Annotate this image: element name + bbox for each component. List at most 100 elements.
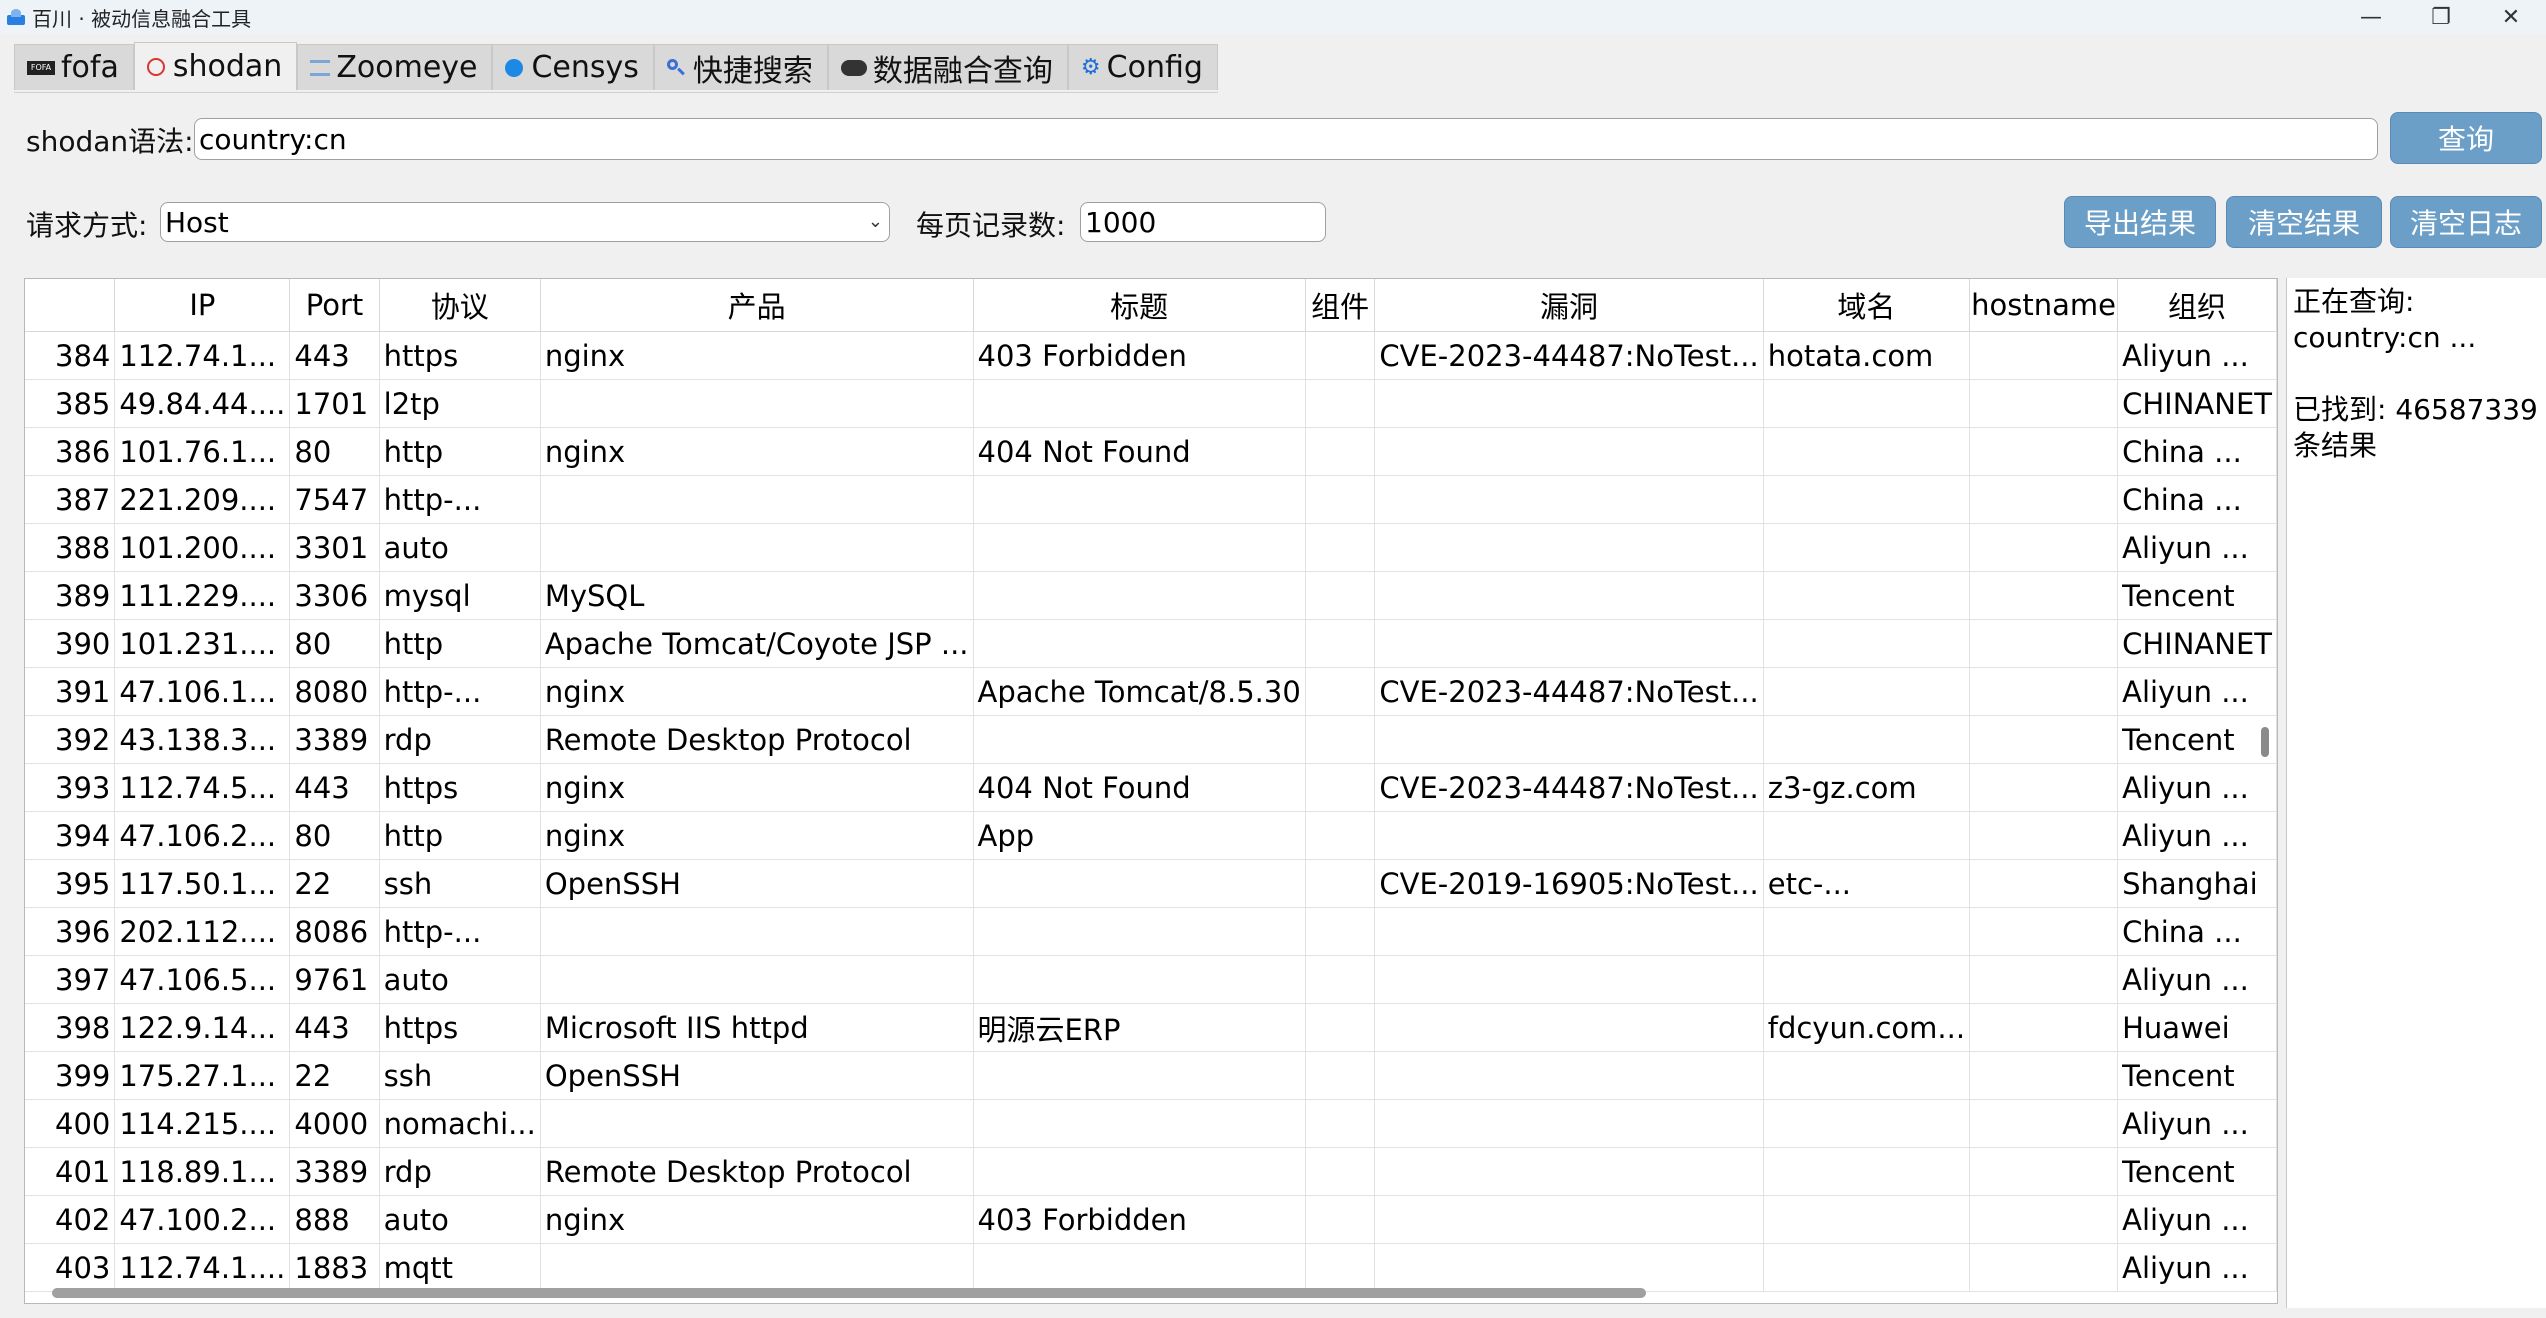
column-header[interactable]: hostname — [1969, 279, 2119, 332]
table-cell: https — [379, 1003, 541, 1052]
table-cell: 175.27.1... — [114, 1051, 291, 1100]
table-cell — [973, 859, 1306, 908]
table-cell: 22 — [289, 1051, 380, 1100]
table-row[interactable]: 384 112.74.1... 443 https nginx 403 Forbidden… — [25, 331, 2277, 380]
table-cell: 888 — [289, 1195, 380, 1244]
table-cell — [1374, 1243, 1764, 1292]
column-header[interactable]: 产品 — [540, 279, 974, 332]
row-number: 385 — [25, 379, 116, 428]
tab-config[interactable]: ⚙ Config — [1067, 44, 1218, 90]
table-cell: Remote Desktop Protocol — [540, 1147, 974, 1196]
row-number: 384 — [25, 331, 116, 380]
table-row[interactable]: 399 175.27.1... 22 ssh OpenSSH Tencent — [25, 1051, 2277, 1100]
table-row[interactable]: 402 47.100.2... 888 auto nginx 403 Forbidden A… — [25, 1195, 2277, 1244]
table-row[interactable]: 388 101.200.... 3301 auto Aliyun ... — [25, 523, 2277, 572]
table-cell: 443 — [289, 331, 380, 380]
table-row[interactable]: 389 111.229.... 3306 mysql MySQL Tencent — [25, 571, 2277, 620]
vertical-scroll-thumb[interactable] — [2261, 727, 2269, 757]
column-header[interactable]: 协议 — [379, 279, 541, 332]
table-row[interactable]: 392 43.138.3... 3389 rdp Remote Desktop Prot… — [25, 715, 2277, 764]
row-number: 394 — [25, 811, 116, 860]
table-row[interactable]: 403 112.74.1.... 1883 mqtt Aliyun ... — [25, 1243, 2277, 1292]
table-cell: nginx — [540, 811, 974, 860]
table-row[interactable]: 401 118.89.1... 3389 rdp Remote Desktop Prot… — [25, 1147, 2277, 1196]
table-cell: https — [379, 331, 541, 380]
query-button[interactable]: 查询 — [2390, 112, 2542, 164]
table-cell — [973, 715, 1306, 764]
results-table[interactable]: IP Port 协议 产品 标题 组件 漏洞 域名 hostname 组织 384 112.74.1… — [24, 278, 2278, 1304]
table-cell: Aliyun ... — [2117, 667, 2277, 716]
table-cell — [1305, 859, 1376, 908]
table-cell — [973, 1147, 1306, 1196]
method-select[interactable]: Host ⌄ — [160, 202, 890, 242]
table-cell — [1305, 523, 1376, 572]
table-row[interactable]: 394 47.106.2... 80 http nginx App Aliyun ... — [25, 811, 2277, 860]
table-cell: Microsoft IIS httpd — [540, 1003, 974, 1052]
table-cell — [1763, 1195, 1971, 1244]
table-row[interactable]: 398 122.9.14... 443 https Microsoft IIS http… — [25, 1003, 2277, 1052]
table-cell: ssh — [379, 1051, 541, 1100]
export-button[interactable]: 导出结果 — [2064, 196, 2216, 248]
table-cell — [1969, 1147, 2119, 1196]
table-cell: China ... — [2117, 427, 2277, 476]
horizontal-scroll-thumb[interactable] — [52, 1288, 1646, 1298]
table-cell — [1969, 475, 2119, 524]
clear-results-button[interactable]: 清空结果 — [2226, 196, 2382, 248]
table-cell: 明源云ERP — [973, 1003, 1306, 1052]
restore-button[interactable]: ❐ — [2406, 0, 2476, 34]
clear-log-button[interactable]: 清空日志 — [2390, 196, 2542, 248]
close-button[interactable]: ✕ — [2476, 0, 2546, 34]
table-cell: Aliyun ... — [2117, 1099, 2277, 1148]
table-row[interactable]: 396 202.112.... 8086 http-... China ... — [25, 907, 2277, 956]
row-number: 399 — [25, 1051, 116, 1100]
table-row[interactable]: 385 49.84.44.... 1701 l2tp CHINANET — [25, 379, 2277, 428]
table-cell — [540, 1099, 974, 1148]
minimize-button[interactable]: — — [2336, 0, 2406, 34]
table-cell — [1763, 571, 1971, 620]
table-cell: 221.209.... — [114, 475, 291, 524]
tab-zoomeye[interactable]: Zoomeye — [297, 44, 493, 90]
query-input[interactable]: country:cn — [194, 118, 2378, 160]
app-logo-icon — [6, 7, 26, 27]
table-cell — [1305, 427, 1376, 476]
column-header[interactable]: 组件 — [1305, 279, 1376, 332]
table-row[interactable]: 386 101.76.1... 80 http nginx 404 Not Found Ch… — [25, 427, 2277, 476]
column-header[interactable]: 标题 — [973, 279, 1306, 332]
tab-censys[interactable]: Censys — [492, 44, 654, 90]
tab-quick-search[interactable]: 快捷搜索 — [653, 44, 828, 90]
tab-data-fusion[interactable]: 数据融合查询 — [827, 44, 1068, 90]
column-header[interactable]: Port — [289, 279, 380, 332]
table-cell: 114.215.... — [114, 1099, 291, 1148]
table-cell — [1305, 1243, 1376, 1292]
row-number: 403 — [25, 1243, 116, 1292]
column-header[interactable]: 域名 — [1763, 279, 1971, 332]
tab-shodan[interactable]: shodan — [133, 42, 298, 90]
table-cell: 80 — [289, 811, 380, 860]
table-cell: Shanghai — [2117, 859, 2277, 908]
column-header[interactable] — [25, 279, 116, 332]
tab-label: Zoomeye — [336, 50, 478, 85]
table-cell: 49.84.44.... — [114, 379, 291, 428]
window-title: 百川 · 被动信息融合工具 — [32, 6, 252, 31]
table-cell — [1969, 1195, 2119, 1244]
table-row[interactable]: 395 117.50.1... 22 ssh OpenSSH CVE-2019-16905… — [25, 859, 2277, 908]
table-row[interactable]: 400 114.215.... 4000 nomachi... Aliyun ... — [25, 1099, 2277, 1148]
tab-fofa[interactable]: FOFA fofa — [14, 44, 134, 90]
table-cell: Tencent — [2117, 1147, 2277, 1196]
table-row[interactable]: 397 47.106.5... 9761 auto Aliyun ... — [25, 955, 2277, 1004]
table-cell: OpenSSH — [540, 1051, 974, 1100]
table-cell: nginx — [540, 331, 974, 380]
table-cell: Aliyun ... — [2117, 763, 2277, 812]
table-cell: Apache Tomcat/Coyote JSP ... — [540, 619, 974, 668]
table-cell — [540, 955, 974, 1004]
vertical-scrollbar[interactable] — [2261, 339, 2269, 1289]
table-row[interactable]: 393 112.74.5... 443 https nginx 404 Not Found… — [25, 763, 2277, 812]
table-cell — [1969, 1099, 2119, 1148]
table-row[interactable]: 391 47.106.1... 8080 http-... nginx Apache To… — [25, 667, 2277, 716]
column-header[interactable]: IP — [114, 279, 291, 332]
table-row[interactable]: 387 221.209.... 7547 http-... China ... — [25, 475, 2277, 524]
column-header[interactable]: 组织 — [2117, 279, 2277, 332]
column-header[interactable]: 漏洞 — [1374, 279, 1764, 332]
table-row[interactable]: 390 101.231.... 80 http Apache Tomcat/Coyote… — [25, 619, 2277, 668]
per-page-input[interactable]: 1000 — [1080, 202, 1326, 242]
